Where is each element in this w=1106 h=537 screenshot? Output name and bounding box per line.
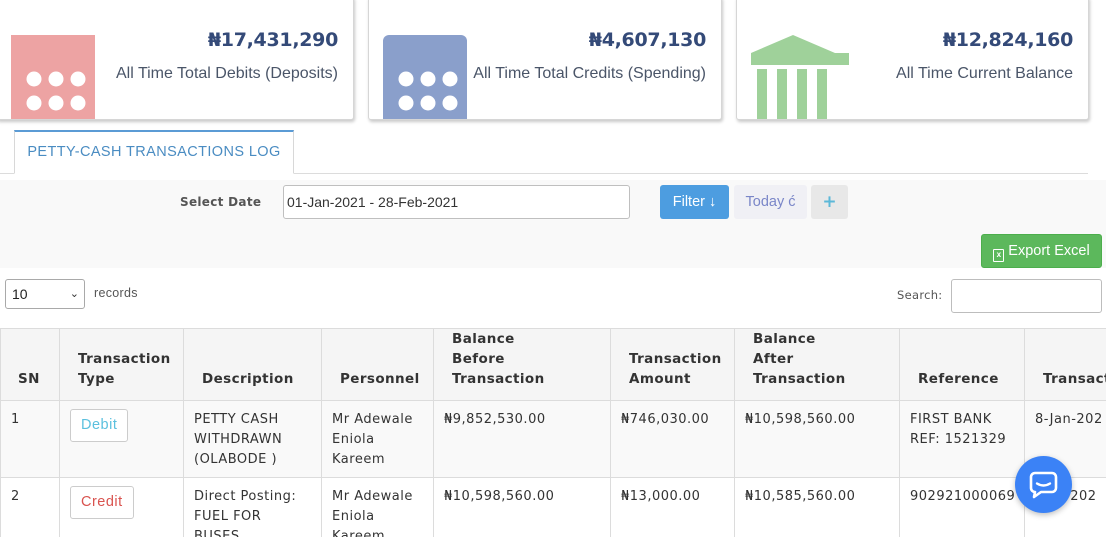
tab-petty-cash-log[interactable]: PETTY-CASH TRANSACTIONS LOG xyxy=(14,130,294,174)
table-row: 2 Credit Direct Posting: FUEL FOR BUSES Mr… xyxy=(0,477,1106,537)
search-input[interactable] xyxy=(951,279,1102,313)
cell-amount: ₦746,030.00 xyxy=(610,400,735,478)
cell-sn: 1 xyxy=(0,400,60,478)
page-size-select[interactable]: 10 ⌄ xyxy=(5,279,85,309)
cell-sn: 2 xyxy=(0,477,60,537)
export-excel-label: Export Excel xyxy=(1008,243,1090,259)
stat-card-debits: ₦17,431,290 All Time Total Debits (Depos… xyxy=(0,0,354,120)
transactions-table-wrap: SN Transaction Type Description Personnel… xyxy=(0,328,1106,537)
column-header-transaction-date[interactable]: Transact xyxy=(1024,328,1106,401)
column-header-balance-before[interactable]: Balance Before Transaction xyxy=(433,328,611,401)
cell-balance-before: ₦9,852,530.00 xyxy=(433,400,611,478)
transactions-table: SN Transaction Type Description Personnel… xyxy=(0,328,1106,537)
search-label: Search: xyxy=(897,288,943,302)
chat-button[interactable] xyxy=(1015,456,1072,513)
column-header-balance-after[interactable]: Balance After Transaction xyxy=(734,328,900,401)
cell-description: Direct Posting: FUEL FOR BUSES xyxy=(183,477,322,537)
cell-amount: ₦13,000.00 xyxy=(610,477,735,537)
stat-caption: All Time Total Credits (Spending) xyxy=(473,65,706,82)
chevron-down-icon: ⌄ xyxy=(69,288,79,300)
cell-type: Credit xyxy=(59,477,184,537)
credit-badge[interactable]: Credit xyxy=(70,486,134,519)
today-button[interactable]: Today ć xyxy=(734,185,807,219)
records-label: records xyxy=(94,286,138,300)
select-date-label: Select Date xyxy=(180,195,262,209)
page-size-value: 10 xyxy=(12,286,28,302)
cell-reference: 902921000069 xyxy=(899,477,1025,537)
filter-button[interactable]: Filter ↓ xyxy=(660,185,729,219)
date-range-input[interactable]: 01-Jan-2021 - 28-Feb-2021 xyxy=(283,185,630,219)
column-header-description[interactable]: Description xyxy=(183,328,322,401)
stat-caption: All Time Current Balance xyxy=(896,65,1073,82)
cell-reference: FIRST BANK REF: 1521329 xyxy=(899,400,1025,478)
calculator-icon xyxy=(383,35,467,119)
stat-caption: All Time Total Debits (Deposits) xyxy=(116,65,338,82)
chat-bubble-icon xyxy=(1029,471,1058,499)
cell-personnel: Mr Adewale Eniola Kareem xyxy=(321,477,434,537)
cell-type: Debit xyxy=(59,400,184,478)
calculator-icon xyxy=(11,35,95,119)
add-button[interactable]: + xyxy=(811,185,848,219)
cell-description: PETTY CASH WITHDRAWN (OLABODE ) xyxy=(183,400,322,478)
column-header-transaction-type[interactable]: Transaction Type xyxy=(59,328,184,401)
table-header-row: SN Transaction Type Description Personnel… xyxy=(0,328,1106,401)
cell-balance-after: ₦10,598,560.00 xyxy=(734,400,900,478)
stat-amount: ₦12,824,160 xyxy=(942,29,1073,51)
bank-icon xyxy=(751,35,849,119)
stat-amount: ₦4,607,130 xyxy=(588,29,707,51)
cell-personnel: Mr Adewale Eniola Kareem xyxy=(321,400,434,478)
column-header-personnel[interactable]: Personnel xyxy=(321,328,434,401)
column-header-sn[interactable]: SN xyxy=(0,328,60,401)
stat-card-credits: ₦4,607,130 All Time Total Credits (Spend… xyxy=(368,0,722,120)
cell-balance-after: ₦10,585,560.00 xyxy=(734,477,900,537)
column-header-reference[interactable]: Reference xyxy=(899,328,1025,401)
column-header-transaction-amount[interactable]: Transaction Amount xyxy=(610,328,735,401)
debit-badge[interactable]: Debit xyxy=(70,409,129,442)
stats-band: ₦17,431,290 All Time Total Debits (Depos… xyxy=(0,0,1106,125)
stat-card-balance: ₦12,824,160 All Time Current Balance xyxy=(736,0,1089,120)
export-excel-button[interactable]: x Export Excel xyxy=(981,234,1102,268)
stat-amount: ₦17,431,290 xyxy=(207,29,338,51)
cell-balance-before: ₦10,598,560.00 xyxy=(433,477,611,537)
table-row: 1 Debit PETTY CASH WITHDRAWN (OLABODE ) Mr… xyxy=(0,400,1106,478)
tab-bar: PETTY-CASH TRANSACTIONS LOG xyxy=(0,125,1106,175)
excel-file-icon: x xyxy=(993,249,1005,262)
